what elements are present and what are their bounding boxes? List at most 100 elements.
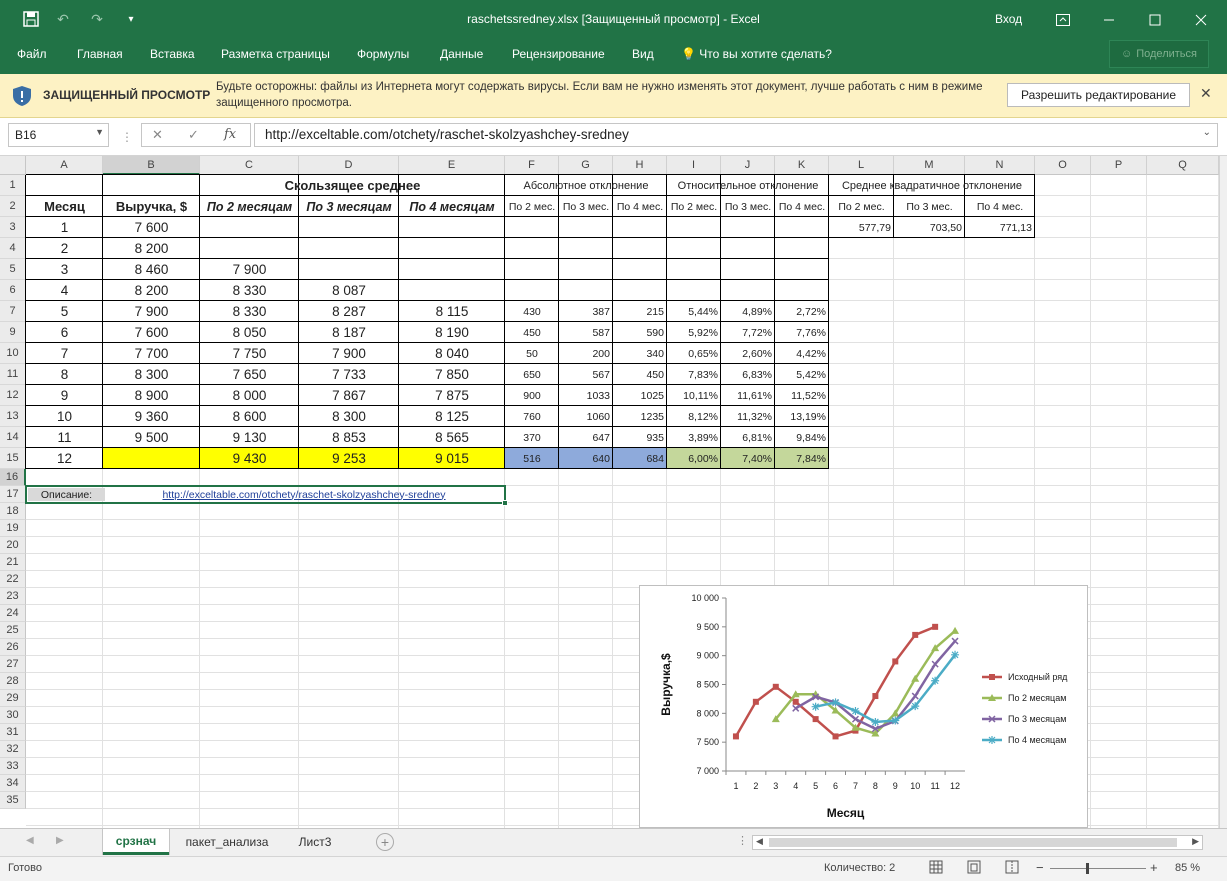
data-cell[interactable]: 8 460 — [103, 259, 200, 280]
data-cell[interactable]: 9 500 — [103, 427, 200, 448]
row-header[interactable]: 21 — [0, 554, 26, 571]
chevron-down-icon[interactable]: ▼ — [95, 127, 104, 137]
data-cell[interactable]: 9 015 — [399, 448, 505, 469]
sheet-tab-list3[interactable]: Лист3 — [285, 829, 345, 855]
page-layout-icon[interactable] — [967, 860, 981, 877]
column-header-m[interactable]: M — [894, 156, 965, 175]
data-cell[interactable]: 8 200 — [103, 238, 200, 259]
data-cell[interactable]: 8 600 — [200, 406, 299, 427]
data-cell[interactable]: 760 — [505, 406, 559, 427]
row-header[interactable]: 25 — [0, 622, 26, 639]
data-cell[interactable]: 567 — [559, 364, 613, 385]
cancel-icon[interactable]: ✕ — [152, 127, 163, 143]
normal-view-icon[interactable] — [929, 860, 943, 877]
tab-review[interactable]: Рецензирование — [512, 47, 605, 61]
vertical-scrollbar[interactable] — [1219, 156, 1227, 828]
data-cell[interactable]: 9 130 — [200, 427, 299, 448]
tab-insert[interactable]: Вставка — [150, 47, 195, 61]
row-header[interactable]: 34 — [0, 775, 26, 792]
data-cell[interactable]: 7 600 — [103, 322, 200, 343]
data-cell[interactable]: 450 — [505, 322, 559, 343]
column-header-j[interactable]: J — [721, 156, 775, 175]
header-ma4[interactable]: По 4 месяцам — [399, 196, 505, 217]
formula-input[interactable]: http://exceltable.com/otchety/raschet-sk… — [254, 123, 1218, 147]
column-header-d[interactable]: D — [299, 156, 399, 175]
data-cell[interactable]: 7 867 — [299, 385, 399, 406]
row-header[interactable]: 20 — [0, 537, 26, 554]
header-sub-period[interactable]: По 3 мес. — [721, 196, 775, 217]
row-header[interactable]: 28 — [0, 673, 26, 690]
data-cell[interactable]: 7 875 — [399, 385, 505, 406]
data-cell[interactable]: 9 — [26, 385, 103, 406]
fill-handle[interactable] — [502, 500, 508, 506]
row-header[interactable]: 29 — [0, 690, 26, 707]
data-cell[interactable]: 5,44% — [667, 301, 721, 322]
data-cell[interactable]: 7 733 — [299, 364, 399, 385]
share-button[interactable]: ☺ Поделиться — [1109, 40, 1209, 68]
data-cell[interactable]: 8 187 — [299, 322, 399, 343]
data-cell[interactable]: 50 — [505, 343, 559, 364]
tab-formulas[interactable]: Формулы — [357, 47, 409, 61]
data-cell[interactable]: 9,84% — [775, 427, 829, 448]
data-cell[interactable]: 13,19% — [775, 406, 829, 427]
data-cell[interactable]: 5,42% — [775, 364, 829, 385]
worksheet-grid[interactable]: A B C D E F G H I J K L M N O P Q 1 2 3 4 5 6 7 9 10 11 12 13 14 15 16 1… — [0, 156, 1227, 828]
data-cell[interactable]: 5 — [26, 301, 103, 322]
row-header[interactable]: 24 — [0, 605, 26, 622]
data-cell[interactable]: 6,00% — [667, 448, 721, 469]
row-header[interactable]: 14 — [0, 427, 26, 448]
tab-data[interactable]: Данные — [440, 47, 483, 61]
scroll-thumb[interactable] — [769, 838, 1177, 847]
scroll-left-icon[interactable]: ◀ — [26, 835, 34, 846]
data-cell[interactable]: 7,76% — [775, 322, 829, 343]
scroll-right-icon[interactable]: ▶ — [56, 835, 64, 846]
data-cell[interactable]: 1025 — [613, 385, 667, 406]
header-sub-period[interactable]: По 2 мес. — [505, 196, 559, 217]
std-deviation-value[interactable]: 771,13 — [965, 217, 1035, 238]
data-cell[interactable]: 7 900 — [103, 301, 200, 322]
header-sub-period[interactable]: По 2 мес. — [829, 196, 894, 217]
data-cell[interactable]: 2,60% — [721, 343, 775, 364]
scroll-left-arrow-icon[interactable]: ◀ — [756, 836, 763, 847]
horizontal-scrollbar[interactable]: ◀ ▶ — [752, 835, 1203, 850]
header-sub-period[interactable]: По 4 мес. — [613, 196, 667, 217]
data-cell[interactable]: 450 — [613, 364, 667, 385]
data-cell[interactable]: 8 — [26, 364, 103, 385]
data-cell[interactable]: 4,89% — [721, 301, 775, 322]
name-box[interactable]: B16 ▼ — [8, 123, 109, 147]
row-header[interactable]: 13 — [0, 406, 26, 427]
row-header[interactable]: 33 — [0, 758, 26, 775]
data-cell[interactable]: 9 360 — [103, 406, 200, 427]
header-revenue[interactable]: Выручка, $ — [103, 196, 200, 217]
data-cell[interactable]: 7 900 — [299, 343, 399, 364]
header-sub-period[interactable]: По 3 мес. — [894, 196, 965, 217]
zoom-in-icon[interactable]: + — [1150, 860, 1158, 875]
data-cell[interactable]: 8,12% — [667, 406, 721, 427]
column-header-i[interactable]: I — [667, 156, 721, 175]
row-header[interactable]: 32 — [0, 741, 26, 758]
column-header-q[interactable]: Q — [1147, 156, 1219, 175]
tell-me-search[interactable]: 💡 Что вы хотите сделать? — [681, 47, 832, 61]
data-cell[interactable]: 7,84% — [775, 448, 829, 469]
data-cell[interactable]: 1060 — [559, 406, 613, 427]
data-cell[interactable]: 8 330 — [200, 301, 299, 322]
login-link[interactable]: Вход — [995, 12, 1022, 26]
zoom-out-icon[interactable]: − — [1036, 860, 1044, 875]
std-deviation-value[interactable]: 703,50 — [894, 217, 965, 238]
row-header[interactable]: 10 — [0, 343, 26, 364]
sheet-tab-srznach[interactable]: срзнач — [103, 829, 169, 855]
data-cell[interactable]: 6,81% — [721, 427, 775, 448]
data-cell[interactable]: 2 — [26, 238, 103, 259]
row-header[interactable]: 9 — [0, 322, 26, 343]
data-cell[interactable]: 1 — [26, 217, 103, 238]
expand-formula-icon[interactable]: ⌄ — [1203, 127, 1211, 138]
row-header[interactable]: 1 — [0, 175, 26, 196]
data-cell[interactable]: 3 — [26, 259, 103, 280]
data-cell[interactable]: 11,52% — [775, 385, 829, 406]
row-header[interactable]: 3 — [0, 217, 26, 238]
row-header[interactable]: 6 — [0, 280, 26, 301]
header-month[interactable]: Месяц — [26, 196, 103, 217]
data-cell[interactable]: 9 253 — [299, 448, 399, 469]
sheet-tab-paket-analiza[interactable]: пакет_анализа — [172, 829, 282, 855]
column-header-e[interactable]: E — [399, 156, 505, 175]
